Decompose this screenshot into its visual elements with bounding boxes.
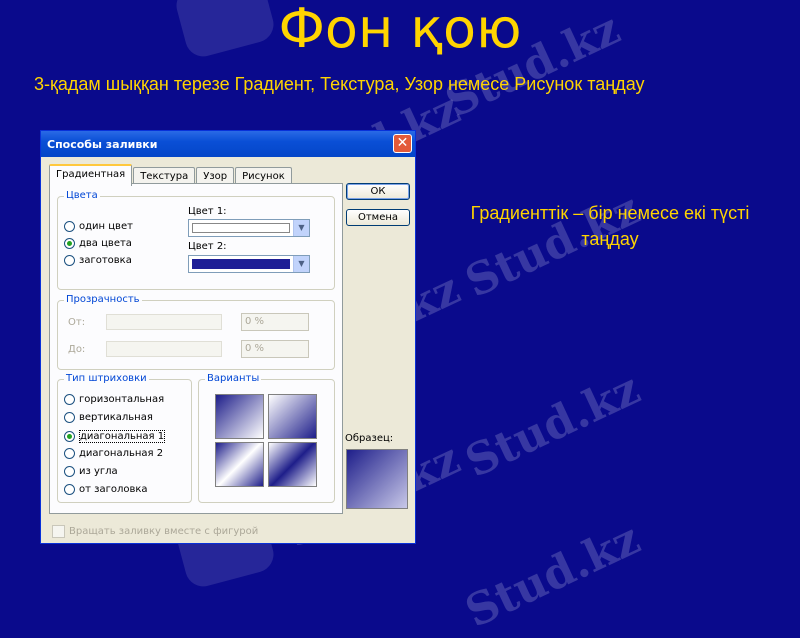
variant-1[interactable] — [215, 394, 264, 439]
radio-label: диагональная 1 — [79, 430, 166, 443]
variant-3[interactable] — [215, 442, 264, 487]
chevron-down-icon[interactable]: ▼ — [293, 256, 309, 272]
radio-indicator — [64, 255, 75, 266]
sample-preview — [346, 449, 408, 509]
radio-preset[interactable]: заготовка — [64, 255, 132, 266]
colors-group-label: Цвета — [64, 190, 100, 201]
shading-styles-group: Тип штриховки горизонтальная вертикальна… — [57, 373, 192, 503]
from-slider[interactable] — [106, 314, 222, 330]
color2-label: Цвет 2: — [188, 241, 227, 252]
colors-group: Цвета один цвет два цвета заготовка Цвет… — [57, 190, 335, 290]
to-label: До: — [68, 344, 86, 355]
color1-label: Цвет 1: — [188, 206, 227, 217]
radio-label: заготовка — [79, 255, 132, 266]
radio-indicator — [64, 484, 75, 495]
radio-label: горизонтальная — [79, 394, 165, 405]
sample-label: Образец: — [345, 433, 394, 444]
to-spinner[interactable]: 0 % — [241, 340, 309, 358]
color1-select[interactable]: ▼ — [188, 219, 310, 237]
radio-one-color[interactable]: один цвет — [64, 221, 133, 232]
radio-diagonal-2[interactable]: диагональная 2 — [64, 448, 163, 459]
radio-indicator — [64, 238, 75, 249]
transparency-group: Прозрачность От: 0 % До: 0 % — [57, 294, 335, 370]
variant-2[interactable] — [268, 394, 317, 439]
close-button[interactable]: ✕ — [393, 134, 412, 153]
watermark-text: Stud.kz — [457, 363, 648, 488]
tab-strip: Градиентная Текстура Узор Рисунок — [49, 164, 293, 186]
transparency-group-label: Прозрачность — [64, 294, 142, 305]
color2-swatch — [192, 259, 290, 269]
radio-vertical[interactable]: вертикальная — [64, 412, 153, 423]
slide-subtitle: 3-қадам шыққан терезе Градиент, Текстура… — [34, 74, 645, 94]
radio-indicator — [64, 466, 75, 477]
radio-diagonal-1[interactable]: диагональная 1 — [64, 430, 166, 443]
variants-group-label: Варианты — [205, 373, 262, 384]
radio-label: от заголовка — [79, 484, 148, 495]
slide-title: Фон қою — [278, 0, 522, 60]
variant-4[interactable] — [268, 442, 317, 487]
radio-from-corner[interactable]: из угла — [64, 466, 118, 477]
radio-label: диагональная 2 — [79, 448, 164, 459]
from-spinner[interactable]: 0 % — [241, 313, 309, 331]
radio-horizontal[interactable]: горизонтальная — [64, 394, 164, 405]
radio-indicator — [64, 431, 75, 442]
gradient-tab-panel: Цвета один цвет два цвета заготовка Цвет… — [49, 183, 343, 514]
dialog-titlebar[interactable]: Способы заливки ✕ — [41, 131, 415, 157]
radio-indicator — [64, 412, 75, 423]
color2-select[interactable]: ▼ — [188, 255, 310, 273]
ok-button[interactable]: ОК — [346, 183, 410, 200]
radio-label: из угла — [79, 466, 118, 477]
checkbox-box — [52, 525, 65, 538]
shading-group-label: Тип штриховки — [64, 373, 149, 384]
checkbox-label: Вращать заливку вместе с фигурой — [69, 526, 259, 537]
variants-group: Варианты — [198, 373, 335, 503]
tab-gradient[interactable]: Градиентная — [49, 164, 133, 186]
dialog-title: Способы заливки — [47, 137, 158, 151]
from-label: От: — [68, 317, 86, 328]
radio-label: вертикальная — [79, 412, 153, 423]
radio-label: два цвета — [79, 238, 132, 249]
fill-effects-dialog: Способы заливки ✕ Градиентная Текстура У… — [40, 130, 416, 544]
close-icon: ✕ — [396, 135, 409, 151]
to-slider[interactable] — [106, 341, 222, 357]
slide-note: Градиенттік – бір немесе екі түсті таңда… — [470, 203, 750, 249]
radio-from-title[interactable]: от заголовка — [64, 484, 148, 495]
chevron-down-icon[interactable]: ▼ — [293, 220, 309, 236]
radio-indicator — [64, 394, 75, 405]
watermark-text: Stud.kz — [457, 513, 648, 638]
rotate-with-shape-checkbox[interactable]: Вращать заливку вместе с фигурой — [52, 525, 258, 538]
cancel-button[interactable]: Отмена — [346, 209, 410, 226]
radio-indicator — [64, 221, 75, 232]
color1-swatch — [192, 223, 290, 233]
radio-indicator — [64, 448, 75, 459]
radio-label: один цвет — [79, 221, 133, 232]
radio-two-colors[interactable]: два цвета — [64, 238, 132, 249]
